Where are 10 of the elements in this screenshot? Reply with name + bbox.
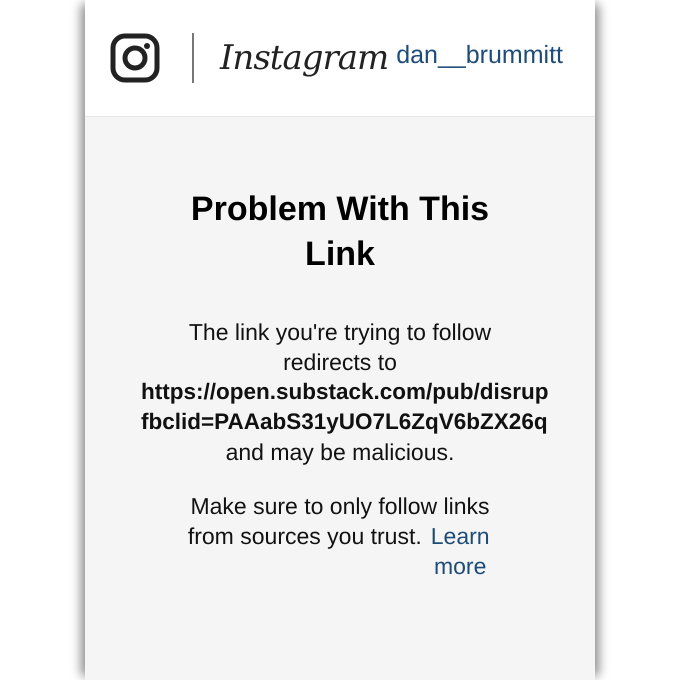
url-text: fbclid=PAAabS31yUO7L6ZqV6bZX26q — [141, 408, 548, 436]
url-text: https://open.substack.com/pub/disrup — [141, 378, 549, 406]
advice-text: Make sure to only follow links from sources you trust. Learn more — [165, 491, 515, 581]
logo-text: Instagram — [220, 38, 388, 78]
message-text: The link you're trying to follow redirects to — [188, 318, 492, 377]
message-text: and may be malicious. — [224, 438, 456, 467]
username-link[interactable]: dan__brummitt — [396, 40, 563, 70]
dialog-title: Problem With This Link — [190, 189, 490, 275]
learn-more-link[interactable]: Learn more — [428, 521, 492, 581]
camera-icon[interactable] — [110, 33, 160, 83]
